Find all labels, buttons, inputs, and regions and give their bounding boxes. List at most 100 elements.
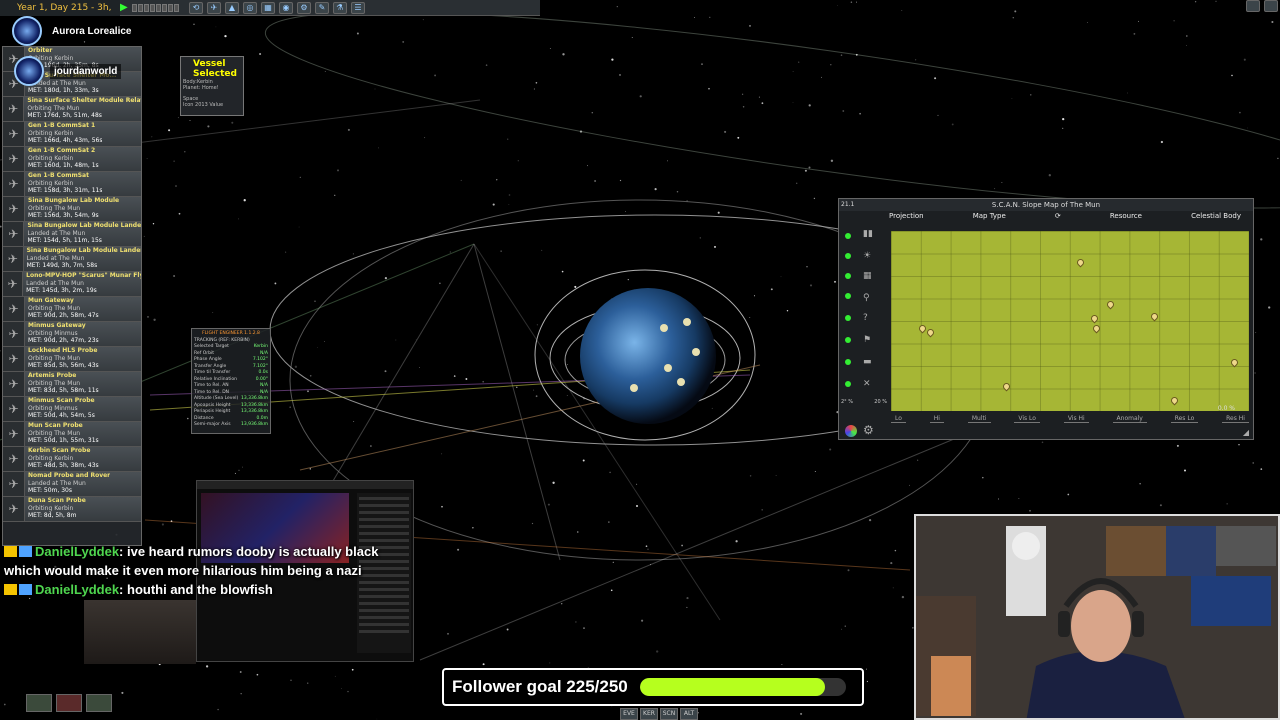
star: [285, 251, 287, 253]
vessel-list-item[interactable]: ✈ Lono-MPV-HOP "Scarus" Munar Flyi... Land…: [3, 272, 141, 297]
maneuver-icon[interactable]: ✈: [207, 1, 221, 14]
legend-icon[interactable]: ▬: [863, 357, 879, 367]
mode-vis-lo[interactable]: Vis Lo: [1014, 415, 1040, 423]
star: [654, 188, 657, 191]
waypoint-pin-icon[interactable]: [1149, 311, 1160, 322]
warp-icon[interactable]: ⟲: [189, 1, 203, 14]
star: [641, 619, 644, 622]
vessel-list-item[interactable]: ✈ Minmus Scan Probe Orbiting Minmus MET: 50…: [3, 397, 141, 422]
vessel-list-item[interactable]: ✈ Minmus Gateway Orbiting Minmus MET: 90d, …: [3, 322, 141, 347]
vessel-list-item[interactable]: ✈ Sina Surface Shelter Module Relay Orbiti…: [3, 97, 141, 122]
vessel-list-item[interactable]: ✈ Nomad Probe and Rover Landed at The Mun M…: [3, 472, 141, 497]
waypoint-pin-icon[interactable]: [1001, 381, 1012, 392]
star: [686, 606, 688, 608]
settings-icon[interactable]: ☰: [351, 1, 365, 14]
vessel-list-item[interactable]: ✈ Gen 1-B CommSat 2 Orbiting Kerbin MET: 16…: [3, 147, 141, 172]
kerbin-planet[interactable]: [580, 288, 716, 424]
star: [591, 111, 594, 114]
engineer-icon[interactable]: ⚙: [297, 1, 311, 14]
mode-multi[interactable]: Multi: [967, 415, 991, 423]
vessel-list-item[interactable]: ✈ Mun Scan Probe Orbiting The Mun MET: 50d,…: [3, 422, 141, 447]
panel-title: Vessel Selected: [193, 59, 237, 79]
delete-button[interactable]: [56, 694, 82, 712]
vessel-selected-panel[interactable]: Vessel Selected Body:Kerbin Planet: Home…: [180, 56, 244, 116]
star: [761, 508, 764, 511]
map-icon[interactable]: ▦: [261, 1, 275, 14]
star: [384, 370, 387, 373]
color-toggle-icon[interactable]: ▮▮: [863, 229, 879, 239]
vessel-list-item[interactable]: ✈ Sina Bungalow Lab Module Lander Landed a…: [3, 222, 141, 247]
vessel-list-item[interactable]: ✈ Sina Bungalow Lab Module Orbiting The Mu…: [3, 197, 141, 222]
play-icon[interactable]: ▶: [120, 1, 130, 15]
vessel-info: Nomad Probe and Rover Landed at The Mun ME…: [25, 472, 110, 496]
tab-projection[interactable]: Projection: [879, 212, 934, 224]
help-icon[interactable]: ?: [863, 313, 879, 323]
bottom-tool[interactable]: KER: [640, 708, 658, 720]
star: [547, 503, 550, 506]
mode-res-hi[interactable]: Res Hi: [1222, 415, 1249, 423]
mode-lo[interactable]: Lo: [891, 415, 906, 423]
tools-icon[interactable]: ✕: [863, 379, 879, 389]
app-launcher-icon[interactable]: [1264, 0, 1278, 12]
camera-icon[interactable]: ◉: [279, 1, 293, 14]
science-icon[interactable]: ⚗: [333, 1, 347, 14]
vessel-list-item[interactable]: ✈ Kerbin Scan Probe Orbiting Kerbin MET: 48…: [3, 447, 141, 472]
mode-hi[interactable]: Hi: [929, 415, 944, 423]
star: [821, 76, 823, 78]
vessel-list-item[interactable]: ✈ Gen 1-B CommSat Orbiting Kerbin MET: 158d…: [3, 172, 141, 197]
mode-res-lo[interactable]: Res Lo: [1170, 415, 1199, 423]
vessel-list-item[interactable]: ✈ Duna Scan Probe Orbiting Kerbin MET: 8d, …: [3, 497, 141, 522]
vessel-list-item[interactable]: ✈ Mun Gateway Orbiting The Mun MET: 90d, 2h…: [3, 297, 141, 322]
star: [1185, 35, 1188, 37]
star: [552, 481, 555, 484]
vessel-icon[interactable]: ▲: [225, 1, 239, 14]
flag-icon[interactable]: ⚑: [863, 335, 879, 345]
waypoint-icon[interactable]: ⚲: [863, 293, 879, 303]
tab-celestial-body[interactable]: Celestial Body: [1181, 212, 1251, 224]
vessel-list-item[interactable]: ✈ Lockheed HLS Probe Orbiting The Mun MET: …: [3, 347, 141, 372]
refresh-icon[interactable]: ⟳: [1045, 212, 1071, 224]
badge-icon: [4, 584, 17, 595]
waypoint-pin-icon[interactable]: [1075, 257, 1086, 268]
vessel-list-item[interactable]: ✈ Gen 1-B CommSat 1 Orbiting Kerbin MET: 16…: [3, 122, 141, 147]
waypoint-pin-icon[interactable]: [925, 327, 936, 338]
bottom-tool[interactable]: SCN: [660, 708, 678, 720]
vessel-list-item[interactable]: ✈ Sina Bungalow Lab Module Lander... Lande…: [3, 247, 141, 272]
star: [334, 194, 336, 196]
bottom-tool[interactable]: EVE: [620, 708, 638, 720]
contract-icon[interactable]: ✎: [315, 1, 329, 14]
scansat-window[interactable]: S.C.A.N. Slope Map of The Mun 21.1 Proje…: [838, 198, 1254, 440]
terminator-icon[interactable]: ☀: [863, 251, 879, 261]
avatar: [14, 56, 44, 86]
scan-icon[interactable]: ◎: [243, 1, 257, 14]
app-launcher-icon[interactable]: [1246, 0, 1260, 12]
star: [1239, 111, 1241, 114]
flight-engineer-panel[interactable]: FLIGHT ENGINEER 1.1.2.8 TRACKING (REF: K…: [191, 328, 271, 434]
vessel-type-icon: ✈: [3, 272, 24, 296]
star: [460, 179, 462, 181]
vessel-list-item[interactable]: ✈ Artemis Probe Orbiting The Mun MET: 83d, …: [3, 372, 141, 397]
color-wheel-icon[interactable]: [845, 425, 857, 437]
tab-map-type[interactable]: Map Type: [963, 212, 1016, 224]
recover-button[interactable]: [86, 694, 112, 712]
resize-handle-icon[interactable]: ◢: [1243, 428, 1249, 437]
waypoint-pin-icon[interactable]: [1169, 395, 1180, 406]
time-warp-selector[interactable]: [132, 3, 179, 12]
tab-resource[interactable]: Resource: [1100, 212, 1152, 224]
star: [1087, 22, 1088, 23]
mode-anomaly[interactable]: Anomaly: [1112, 415, 1147, 423]
waypoint-pin-icon[interactable]: [1105, 299, 1116, 310]
waypoint-pin-icon[interactable]: [1229, 357, 1240, 368]
slope-map[interactable]: [891, 231, 1249, 411]
mode-vis-hi[interactable]: Vis Hi: [1063, 415, 1089, 423]
settings-gear-icon[interactable]: ⚙: [863, 423, 874, 437]
waypoint-pin-icon[interactable]: [1091, 323, 1102, 334]
tracking-station-vessel-list[interactable]: ✈OrbiterOrbiting KerbinMET: 196d, 2h, 35…: [2, 46, 142, 546]
star: [356, 32, 359, 35]
star: [243, 199, 246, 202]
waypoint-pin-icon[interactable]: [1089, 313, 1100, 324]
grid-icon[interactable]: ▦: [863, 271, 879, 281]
fly-button[interactable]: [26, 694, 52, 712]
vessel-info: Sina Bungalow Lab Module Lander... Landed…: [24, 247, 141, 271]
bottom-tool[interactable]: ALT: [680, 708, 698, 720]
